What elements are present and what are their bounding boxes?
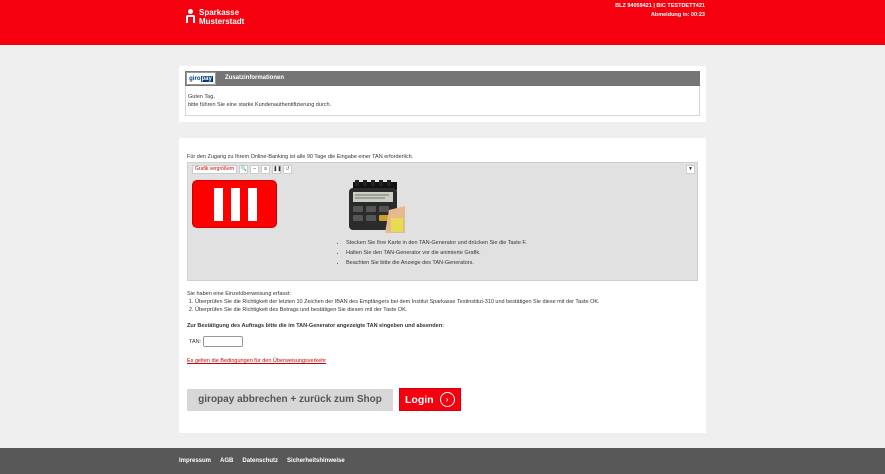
transfer-steps: Überprüfen Sie die Richtigkeit der letzt…	[187, 298, 600, 314]
menu-icon[interactable]: ≡	[261, 165, 271, 174]
flicker-bar	[231, 188, 240, 221]
header: Sparkasse Musterstadt BLZ 94059421 | BIC…	[0, 0, 885, 45]
flicker-bar	[214, 188, 223, 221]
tan-generator-image	[349, 180, 405, 233]
greeting: Guten Tag,	[188, 94, 215, 100]
footer-links: Impressum AGB Datenschutz Sicherheitshin…	[179, 458, 345, 464]
list-item: Beachten Sie bitte die Anzeige des TAN-G…	[346, 258, 527, 268]
zoom-icon[interactable]: 🔍	[239, 165, 249, 174]
login-button[interactable]: Login ›	[399, 388, 461, 411]
brand-name: Sparkasse Musterstadt	[199, 8, 245, 26]
flicker-bar	[248, 188, 257, 221]
footer-link-impressum[interactable]: Impressum	[179, 458, 211, 464]
chevron-right-icon: ›	[439, 392, 455, 407]
minus-icon[interactable]: –	[250, 165, 260, 174]
header-info: BLZ 94059421 | BIC TESTDETT421 Abmeldung…	[615, 2, 705, 20]
sparkasse-icon	[186, 9, 195, 23]
sparkasse-logo[interactable]: Sparkasse Musterstadt	[186, 8, 244, 26]
footer-link-agb[interactable]: AGB	[220, 458, 233, 464]
info-card: giro pay Zusatzinformationen Guten Tag, b…	[179, 66, 706, 122]
login-label: Login	[405, 393, 434, 406]
info-body: Guten Tag, bitte führen Sie eine starke …	[185, 86, 700, 116]
chevron-down-icon[interactable]: ▼	[686, 165, 695, 174]
footer-link-sicherheitshinweise[interactable]: Sicherheitshinweise	[287, 458, 345, 464]
footer: Impressum AGB Datenschutz Sicherheitshin…	[0, 448, 885, 474]
refresh-icon[interactable]: ↺	[283, 165, 293, 174]
list-item: Stecken Sie Ihre Karte in den TAN-Genera…	[346, 238, 527, 248]
tan-intro: Für den Zugang zu Ihrem Online-Banking i…	[187, 154, 414, 160]
info-message: bitte führen Sie eine starke Kundenauthe…	[188, 102, 332, 108]
giropay-logo: giro pay	[186, 72, 216, 85]
transfer-heading: Sie haben eine Einzelüberweisung erfasst…	[187, 291, 291, 297]
list-item: Halten Sie den TAN-Generator vor die ani…	[346, 248, 527, 258]
list-item: Überprüfen Sie die Richtigkeit des Betra…	[195, 306, 600, 314]
flicker-graphic	[192, 180, 277, 228]
tan-card: Für den Zugang zu Ihrem Online-Banking i…	[179, 138, 706, 433]
pause-icon[interactable]: ❚❚	[272, 165, 282, 174]
flicker-toolbar: Grafik vergrößern 🔍 – ≡ ❚❚ ↺	[192, 165, 293, 174]
footer-link-datenschutz[interactable]: Datenschutz	[242, 458, 278, 464]
conditions-link[interactable]: Es gelten die Bedingungen für den Überwe…	[187, 358, 326, 364]
list-item: Überprüfen Sie die Richtigkeit der letzt…	[195, 298, 600, 306]
confirm-text: Zur Bestätigung des Auftrags bitte die i…	[187, 323, 444, 329]
instruction-list: Stecken Sie Ihre Karte in den TAN-Genera…	[340, 238, 527, 268]
info-bar: giro pay Zusatzinformationen	[185, 71, 700, 86]
chiptan-panel: Grafik vergrößern 🔍 – ≡ ❚❚ ↺ ▼ • Stecken…	[187, 162, 698, 281]
transfer-info: Sie haben eine Einzelüberweisung erfasst…	[187, 290, 600, 314]
tan-input[interactable]	[203, 336, 243, 347]
logout-timer: Abmeldung in: 00:23	[650, 12, 705, 18]
enlarge-graphic-button[interactable]: Grafik vergrößern	[192, 165, 238, 174]
blz-bic: BLZ 94059421 | BIC TESTDETT421	[615, 3, 705, 9]
cancel-giropay-button[interactable]: giropay abbrechen + zurück zum Shop	[187, 389, 393, 411]
info-title: Zusatzinformationen	[225, 75, 285, 81]
tan-label: TAN:	[189, 339, 202, 345]
